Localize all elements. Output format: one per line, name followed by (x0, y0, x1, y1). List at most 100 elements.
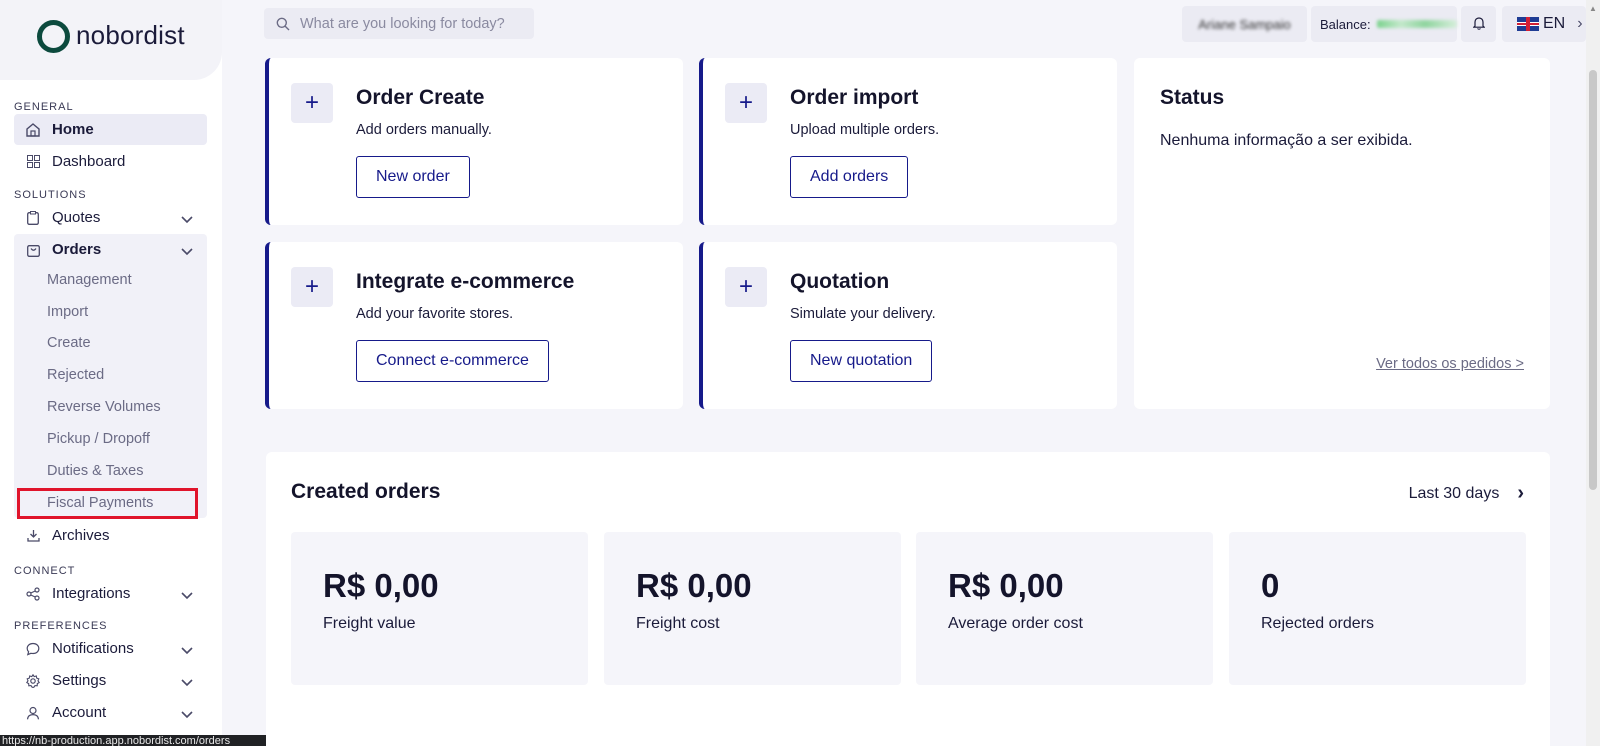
plus-icon[interactable]: + (725, 83, 767, 123)
search-bar[interactable] (264, 8, 534, 39)
sidebar: nobordist GENERAL Home Dashboard SOLUTIO… (0, 0, 276, 746)
sidebar-item-home[interactable]: Home (14, 114, 207, 145)
metric-label: Freight value (323, 615, 416, 632)
quotation-card: + Quotation Simulate your delivery. New … (699, 242, 1117, 409)
connect-ecommerce-button[interactable]: Connect e-commerce (356, 340, 549, 382)
sidebar-item-label: Account (52, 704, 107, 721)
language-selector[interactable]: EN › (1502, 6, 1586, 42)
chevron-down-icon[interactable] (181, 243, 193, 260)
sidebar-item-settings[interactable]: Settings (14, 665, 207, 696)
chevron-down-icon[interactable] (181, 642, 193, 659)
home-icon (24, 121, 42, 139)
sidebar-item-integrations[interactable]: Integrations (14, 578, 207, 609)
user-name: Ariane Sampaio (1198, 16, 1291, 32)
user-icon (24, 704, 42, 722)
sidebar-item-orders[interactable]: Orders (14, 234, 207, 265)
sidebar-subitem-import[interactable]: Import (47, 304, 88, 320)
metric-card-freight-cost: R$ 0,00 Freight cost (604, 532, 901, 685)
status-card: Status Nenhuma informação a ser exibida.… (1134, 58, 1550, 409)
new-order-button[interactable]: New order (356, 156, 470, 198)
chevron-down-icon[interactable] (181, 674, 193, 691)
balance-label: Balance: (1320, 16, 1371, 32)
chevron-down-icon[interactable] (181, 211, 193, 228)
notification-button[interactable] (1461, 6, 1496, 42)
sidebar-subitem-create[interactable]: Create (47, 335, 91, 351)
plus-icon[interactable]: + (291, 83, 333, 123)
metric-value: 0 (1261, 567, 1280, 604)
card-subtitle: Simulate your delivery. (790, 306, 936, 322)
section-title-solutions: SOLUTIONS (14, 189, 87, 201)
sidebar-item-label: Orders (52, 241, 102, 258)
clipboard-icon (24, 209, 42, 227)
sidebar-item-notifications[interactable]: Notifications (14, 633, 207, 664)
new-quotation-button[interactable]: New quotation (790, 340, 933, 382)
chevron-right-icon: › (1517, 482, 1524, 504)
status-title: Status (1160, 86, 1225, 109)
plus-icon[interactable]: + (725, 267, 767, 307)
bell-icon (1471, 16, 1486, 33)
chevron-right-icon: › (1577, 15, 1583, 32)
search-icon (276, 17, 290, 31)
date-range-label: Last 30 days (1408, 484, 1500, 502)
metric-card-average-order-cost: R$ 0,00 Average order cost (916, 532, 1213, 685)
scrollbar-thumb[interactable] (1589, 70, 1597, 490)
sidebar-item-label: Archives (52, 527, 110, 544)
created-orders-panel: Created orders Last 30 days › R$ 0,00 Fr… (266, 452, 1550, 746)
sidebar-subitem-reverse-volumes[interactable]: Reverse Volumes (47, 399, 161, 415)
metric-value: R$ 0,00 (323, 567, 439, 604)
metric-value: R$ 0,00 (948, 567, 1064, 604)
sidebar-subitem-management[interactable]: Management (47, 272, 132, 288)
sidebar-subitem-rejected[interactable]: Rejected (47, 367, 104, 383)
brand-name: nobordist (76, 20, 185, 50)
metric-label: Rejected orders (1261, 615, 1374, 632)
gear-icon (24, 672, 42, 690)
sidebar-item-account[interactable]: Account (14, 697, 207, 728)
sidebar-subitem-pickup-dropoff[interactable]: Pickup / Dropoff (47, 431, 150, 447)
bag-icon (24, 241, 42, 259)
metric-label: Average order cost (948, 615, 1083, 632)
download-icon (24, 527, 42, 545)
card-subtitle: Add orders manually. (356, 122, 492, 138)
sidebar-item-quotes[interactable]: Quotes (14, 202, 207, 233)
plus-icon[interactable]: + (291, 267, 333, 307)
page-scrollbar[interactable]: ▲ (1586, 0, 1600, 746)
date-range-selector[interactable]: Last 30 days › (1409, 482, 1524, 505)
card-title: Integrate e-commerce (356, 270, 575, 293)
link-status-url: https://nb-production.app.nobordist.com/… (0, 735, 276, 746)
sidebar-item-label: Integrations (52, 585, 131, 602)
card-title: Order Create (356, 86, 485, 109)
scroll-up-icon[interactable]: ▲ (1589, 4, 1597, 13)
integrate-ecommerce-card: + Integrate e-commerce Add your favorite… (265, 242, 683, 409)
grid-icon (24, 153, 42, 171)
add-orders-button[interactable]: Add orders (790, 156, 909, 198)
order-create-card: + Order Create Add orders manually. New … (265, 58, 683, 225)
chevron-down-icon[interactable] (181, 587, 193, 604)
highlight-box (17, 488, 198, 519)
sidebar-subitem-duties-taxes[interactable]: Duties & Taxes (47, 463, 143, 479)
panel-title: Created orders (291, 480, 441, 503)
card-title: Quotation (790, 270, 890, 293)
card-title: Order import (790, 86, 919, 109)
section-title-preferences: PREFERENCES (14, 620, 108, 632)
sidebar-item-archives[interactable]: Archives (14, 520, 207, 551)
sidebar-item-label: Notifications (52, 640, 134, 657)
card-subtitle: Upload multiple orders. (790, 122, 940, 138)
uk-flag-icon (1517, 17, 1539, 31)
chevron-down-icon[interactable] (181, 706, 193, 723)
language-label: EN (1543, 15, 1566, 32)
user-name-pill[interactable]: Ariane Sampaio (1182, 6, 1307, 42)
section-title-connect: CONNECT (14, 565, 76, 577)
chat-bubble-icon (24, 640, 42, 658)
card-subtitle: Add your favorite stores. (356, 306, 514, 322)
sidebar-item-dashboard[interactable]: Dashboard (14, 146, 207, 177)
sidebar-item-label: Settings (52, 672, 107, 689)
view-all-orders-link[interactable]: Ver todos os pedidos > (1376, 356, 1524, 372)
metric-label: Freight cost (636, 615, 720, 632)
search-input[interactable] (300, 15, 520, 32)
status-message: Nenhuma informação a ser exibida. (1160, 132, 1413, 149)
sidebar-item-label: Home (52, 121, 94, 138)
logo[interactable]: nobordist (0, 0, 222, 80)
balance-pill[interactable]: Balance: (1311, 6, 1457, 42)
order-import-card: + Order import Upload multiple orders. A… (699, 58, 1117, 225)
metric-card-freight-value: R$ 0,00 Freight value (291, 532, 588, 685)
